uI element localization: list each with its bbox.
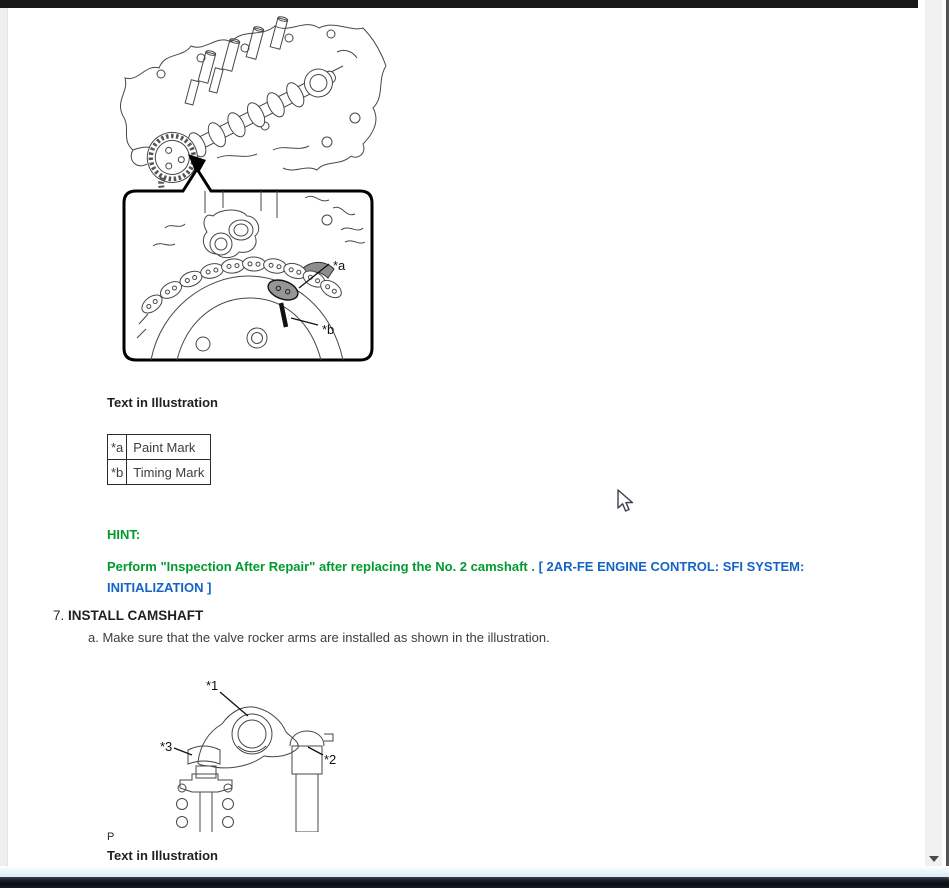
legend-key: *b bbox=[106, 459, 128, 485]
text-in-illustration-heading-1: Text in Illustration bbox=[107, 395, 218, 410]
window-bottom-bar bbox=[0, 877, 949, 888]
illustration-legend-table: *a Paint Mark *b Timing Mark bbox=[106, 434, 212, 485]
figure2-label-2: *2 bbox=[324, 752, 336, 767]
rocker-arm-illustration: *1 *3 *2 bbox=[160, 678, 336, 832]
step-number: 7. bbox=[53, 608, 65, 623]
table-row: *b Timing Mark bbox=[106, 459, 212, 485]
window-left-edge bbox=[0, 8, 8, 868]
page-mark-p: P bbox=[107, 831, 115, 843]
label-2-leader bbox=[307, 746, 324, 756]
legend-value: Paint Mark bbox=[126, 434, 212, 460]
substep-letter: a. bbox=[88, 630, 99, 645]
mouse-cursor bbox=[617, 489, 634, 512]
figure1-label-b: *b bbox=[322, 322, 334, 337]
camshaft-overview-illustration: *a *b bbox=[120, 16, 387, 362]
camshaft-drawing bbox=[146, 68, 336, 183]
valve-studs bbox=[184, 16, 289, 106]
figure2-label-1: *1 bbox=[206, 678, 218, 693]
table-row: *a Paint Mark bbox=[106, 434, 212, 460]
bottom-fade-strip bbox=[0, 866, 949, 877]
hint-label: HINT: bbox=[107, 527, 141, 542]
text-in-illustration-heading-2: Text in Illustration bbox=[107, 848, 218, 863]
hint-text: Perform "Inspection After Repair" after … bbox=[107, 559, 539, 574]
window-top-bar bbox=[0, 0, 918, 8]
vertical-scrollbar[interactable] bbox=[925, 0, 942, 866]
substep-a: a. Make sure that the valve rocker arms … bbox=[88, 630, 550, 645]
hint-paragraph: Perform "Inspection After Repair" after … bbox=[107, 556, 819, 598]
figure2-label-3: *3 bbox=[160, 739, 172, 754]
rocker-arm-drawing bbox=[176, 706, 334, 832]
substep-text: Make sure that the valve rocker arms are… bbox=[102, 630, 550, 645]
legend-value: Timing Mark bbox=[126, 459, 212, 485]
scrollbar-down-arrow-icon[interactable] bbox=[929, 856, 939, 862]
step-7-heading: 7. INSTALL CAMSHAFT bbox=[53, 608, 203, 623]
legend-key: *a bbox=[106, 434, 128, 460]
step-title: INSTALL CAMSHAFT bbox=[68, 608, 204, 623]
figure1-label-a: *a bbox=[333, 258, 346, 273]
